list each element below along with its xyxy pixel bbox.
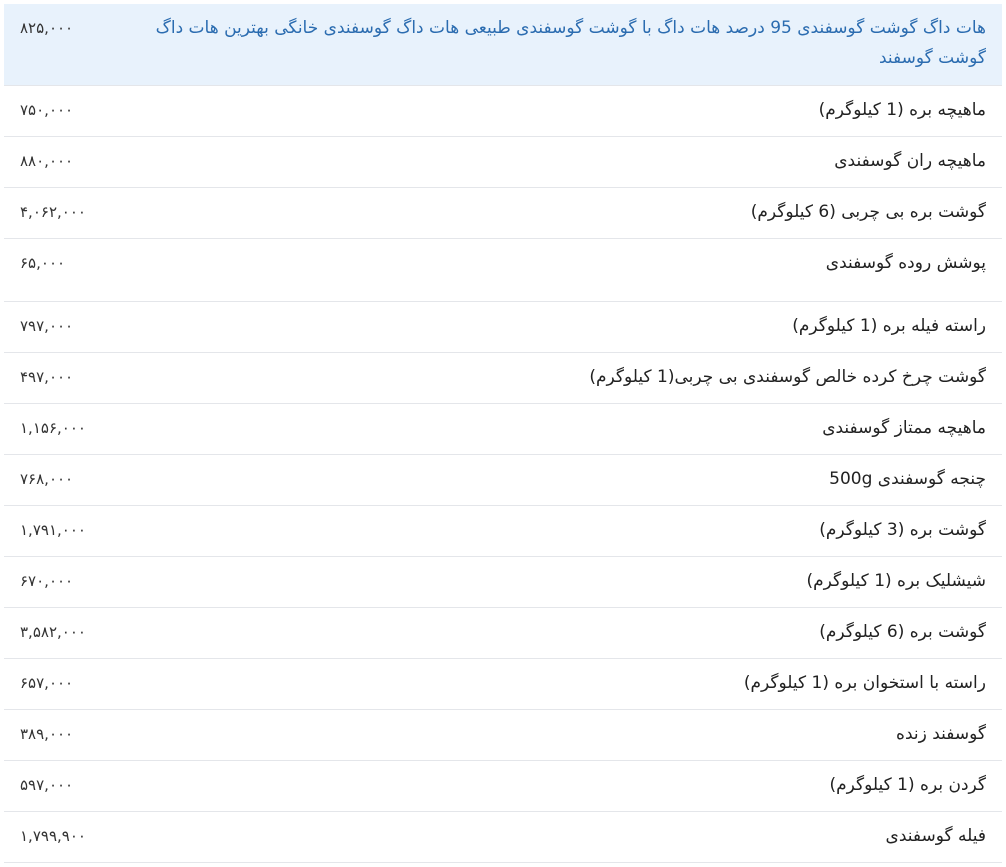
table-row[interactable]: گوسفند زنده ۳۸۹,۰۰۰ <box>4 710 1002 761</box>
table-row[interactable]: گردن بره (1 کیلوگرم) ۵۹۷,۰۰۰ <box>4 761 1002 812</box>
product-price: ۴۹۷,۰۰۰ <box>20 368 74 386</box>
product-price: ۶۵,۰۰۰ <box>20 254 66 272</box>
product-name[interactable]: شیشلیک بره (1 کیلوگرم) <box>120 557 986 596</box>
product-name[interactable]: گوشت بره (3 کیلوگرم) <box>120 506 986 545</box>
table-row[interactable]: فیله گوسفندی ۱,۷۹۹,۹۰۰ <box>4 812 1002 863</box>
table-row[interactable]: پوشش روده گوسفندی ۶۵,۰۰۰ <box>4 239 1002 302</box>
product-name[interactable]: گردن بره (1 کیلوگرم) <box>120 761 987 800</box>
product-price: ۳,۵۸۲,۰۰۰ <box>20 623 86 641</box>
product-price: ۴,۰۶۲,۰۰۰ <box>20 203 86 221</box>
product-name[interactable]: ماهیچه بره (1 کیلوگرم) <box>120 86 986 125</box>
price-table: هات داگ گوشت گوسفندی 95 درصد هات داگ با … <box>4 4 1002 863</box>
product-price: ۶۷۰,۰۰۰ <box>20 572 74 590</box>
product-name[interactable]: گوشت بره (6 کیلوگرم) <box>120 608 986 647</box>
table-row[interactable]: راسته فیله بره (1 کیلوگرم) ۷۹۷,۰۰۰ <box>4 302 1002 353</box>
table-row[interactable]: گوشت چرخ کرده خالص گوسفندی بی چربی(1 کیل… <box>4 353 1002 404</box>
product-name[interactable]: ماهیچه ران گوسفندی <box>120 137 986 176</box>
table-row[interactable]: چنجه گوسفندی 500g ۷۶۸,۰۰۰ <box>4 455 1002 506</box>
table-row[interactable]: گوشت بره (3 کیلوگرم) ۱,۷۹۱,۰۰۰ <box>4 506 1002 557</box>
product-price: ۵۹۷,۰۰۰ <box>20 776 74 794</box>
product-price: ۳۸۹,۰۰۰ <box>20 725 74 743</box>
product-name[interactable]: راسته با استخوان بره (1 کیلوگرم) <box>120 659 986 698</box>
product-name[interactable]: گوشت بره بی چربی (6 کیلوگرم) <box>120 188 986 227</box>
table-row[interactable]: ماهیچه ران گوسفندی ۸۸۰,۰۰۰ <box>4 137 1002 188</box>
product-name[interactable]: فیله گوسفندی <box>120 812 986 851</box>
product-price: ۸۸۰,۰۰۰ <box>20 152 74 170</box>
product-price: ۷۵۰,۰۰۰ <box>20 101 74 119</box>
product-price: ۸۲۵,۰۰۰ <box>20 19 74 37</box>
product-name[interactable]: هات داگ گوشت گوسفندی 95 درصد هات داگ با … <box>120 4 986 73</box>
product-name[interactable]: ماهیچه ممتاز گوسفندی <box>120 404 986 443</box>
product-price: ۶۵۷,۰۰۰ <box>20 674 74 692</box>
product-price: ۱,۷۹۱,۰۰۰ <box>20 521 86 539</box>
product-name[interactable]: چنجه گوسفندی 500g <box>120 455 986 494</box>
table-row[interactable]: راسته با استخوان بره (1 کیلوگرم) ۶۵۷,۰۰۰ <box>4 659 1002 710</box>
product-price: ۱,۷۹۹,۹۰۰ <box>20 827 86 845</box>
product-name[interactable]: پوشش روده گوسفندی <box>120 239 986 278</box>
product-name[interactable]: راسته فیله بره (1 کیلوگرم) <box>120 302 986 341</box>
product-price: ۱,۱۵۶,۰۰۰ <box>20 419 86 437</box>
product-name[interactable]: گوسفند زنده <box>120 710 986 749</box>
table-row[interactable]: ماهیچه بره (1 کیلوگرم) ۷۵۰,۰۰۰ <box>4 86 1002 137</box>
table-row[interactable]: گوشت بره بی چربی (6 کیلوگرم) ۴,۰۶۲,۰۰۰ <box>4 188 1002 239</box>
table-row[interactable]: هات داگ گوشت گوسفندی 95 درصد هات داگ با … <box>4 4 1002 86</box>
product-price: ۷۹۷,۰۰۰ <box>20 317 74 335</box>
table-row[interactable]: ماهیچه ممتاز گوسفندی ۱,۱۵۶,۰۰۰ <box>4 404 1002 455</box>
product-price: ۷۶۸,۰۰۰ <box>20 470 74 488</box>
table-row[interactable]: گوشت بره (6 کیلوگرم) ۳,۵۸۲,۰۰۰ <box>4 608 1002 659</box>
product-name[interactable]: گوشت چرخ کرده خالص گوسفندی بی چربی(1 کیل… <box>120 353 986 392</box>
table-row[interactable]: شیشلیک بره (1 کیلوگرم) ۶۷۰,۰۰۰ <box>4 557 1002 608</box>
